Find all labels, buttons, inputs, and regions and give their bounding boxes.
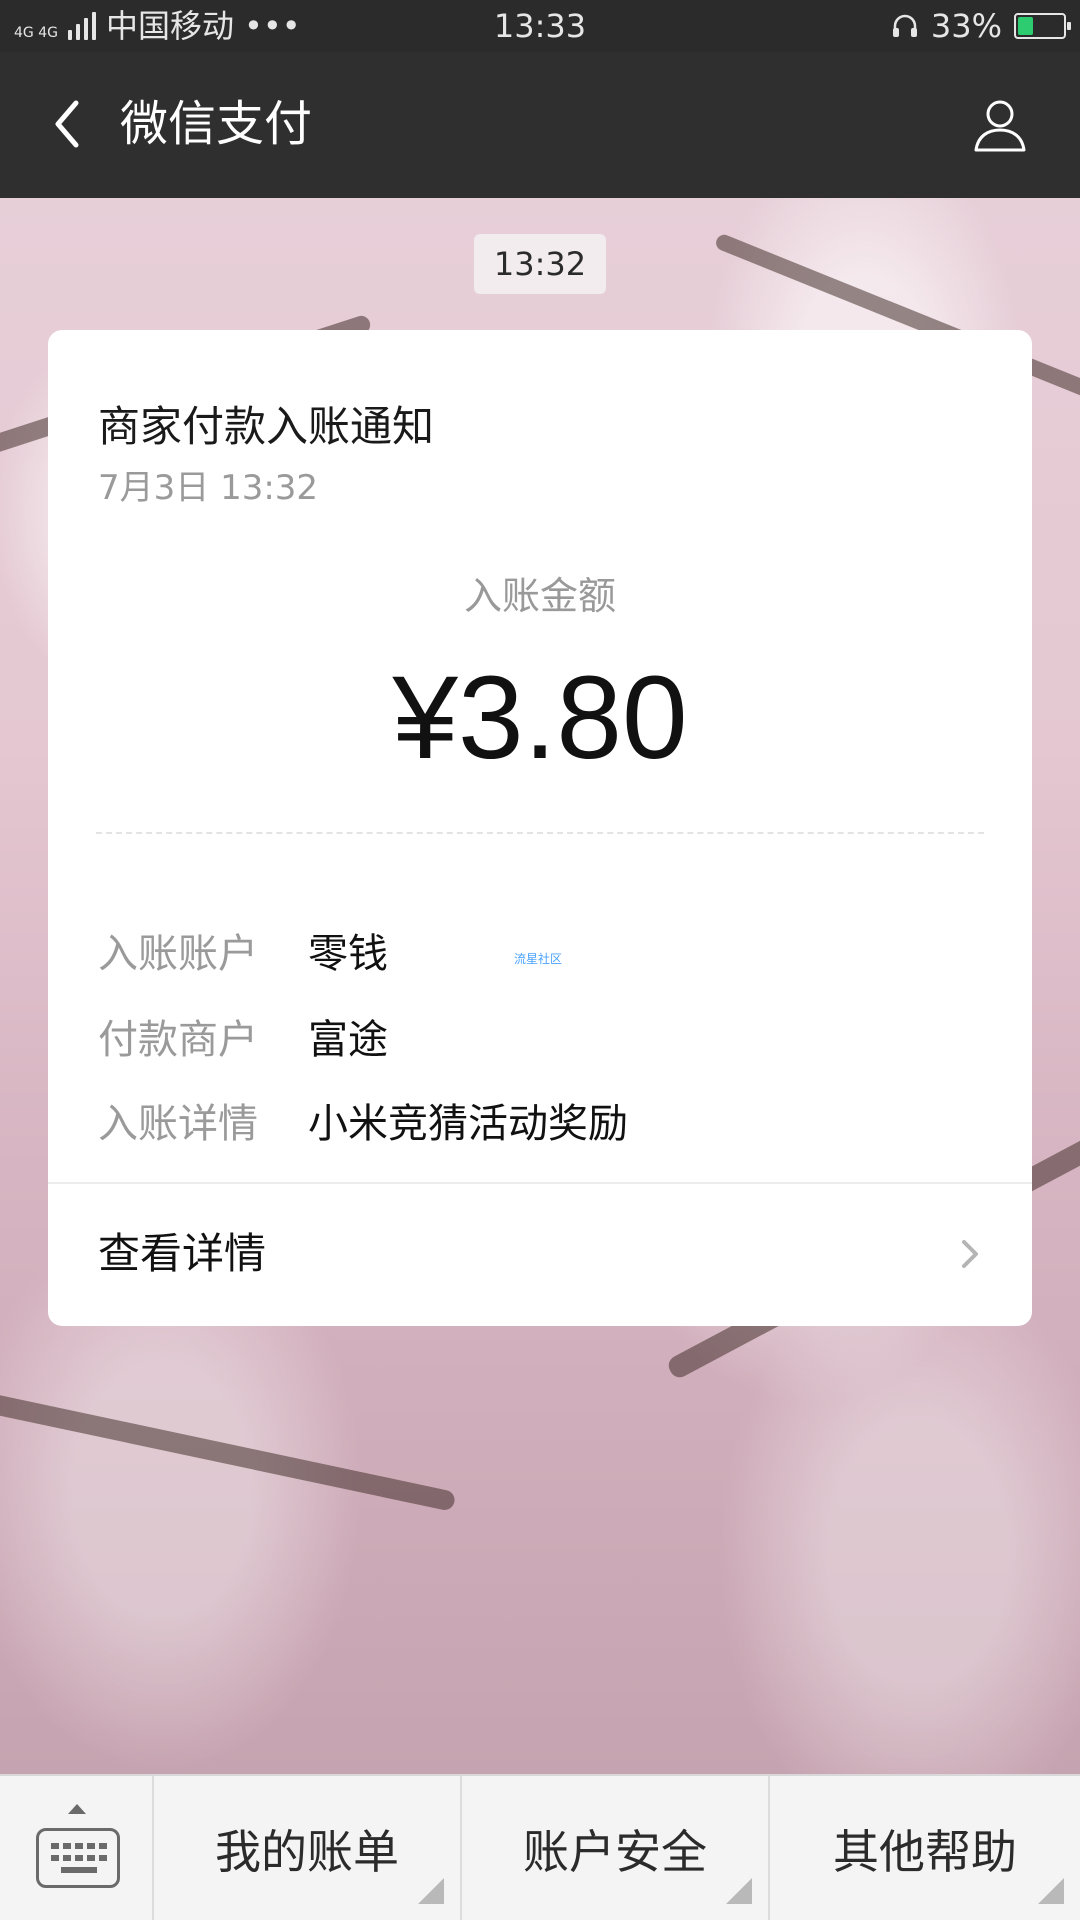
arrow-up-icon: [68, 1804, 86, 1814]
submenu-indicator-icon: [418, 1878, 444, 1904]
view-details-button[interactable]: 查看详情: [48, 1184, 1032, 1326]
battery-level: [1018, 17, 1033, 35]
detail-row-account: 入账账户 零钱: [98, 920, 388, 980]
dashed-divider: [96, 832, 984, 834]
menu-my-bills[interactable]: 我的账单: [154, 1776, 462, 1920]
detail-value: 小米竞猜活动奖励: [308, 1101, 628, 1147]
status-bar: 4G 4G 中国移动 ••• 13:33 33%: [0, 0, 1080, 52]
notification-title: 商家付款入账通知: [98, 402, 435, 451]
bottom-menu-bar: 我的账单 账户安全 其他帮助: [0, 1774, 1080, 1920]
page-title: 微信支付: [120, 96, 313, 152]
submenu-indicator-icon: [1038, 1878, 1064, 1904]
view-details-label: 查看详情: [98, 1229, 267, 1278]
menu-other-help[interactable]: 其他帮助: [770, 1776, 1080, 1920]
chevron-left-icon: [55, 100, 79, 148]
detail-row-info: 入账详情 小米竞猜活动奖励: [98, 1090, 628, 1150]
status-right: 33%: [891, 7, 1071, 45]
headphone-icon: [892, 14, 917, 37]
payment-notification-card[interactable]: 商家付款入账通知 7月3日 13:32 入账金额 ¥3.80 入账账户 零钱 付…: [48, 330, 1032, 1326]
message-timestamp: 13:32: [474, 234, 606, 294]
keyboard-toggle-button[interactable]: [0, 1776, 154, 1920]
watermark-text: 流星社区: [514, 952, 563, 966]
menu-label: 账户安全: [523, 1825, 707, 1879]
detail-row-merchant: 付款商户 富途: [98, 1006, 388, 1066]
chevron-right-icon: [962, 1240, 978, 1268]
menu-label: 其他帮助: [833, 1825, 1017, 1879]
detail-label: 入账账户: [98, 931, 258, 977]
user-icon: [974, 100, 1026, 152]
amount-value: ¥3.80: [392, 652, 688, 784]
keyboard-icon: [36, 1828, 120, 1888]
submenu-indicator-icon: [726, 1878, 752, 1904]
battery-icon: [1014, 13, 1071, 39]
menu-label: 我的账单: [215, 1825, 399, 1879]
detail-value: 零钱: [308, 931, 388, 977]
detail-label: 入账详情: [98, 1101, 258, 1147]
back-button[interactable]: [36, 94, 96, 154]
menu-account-security[interactable]: 账户安全: [462, 1776, 770, 1920]
profile-button[interactable]: [968, 92, 1032, 156]
detail-value: 富途: [308, 1017, 388, 1063]
nav-bar: 微信支付: [0, 52, 1080, 198]
battery-percent: 33%: [930, 7, 1002, 45]
notification-date: 7月3日 13:32: [98, 468, 319, 508]
detail-label: 付款商户: [98, 1017, 258, 1063]
amount-label: 入账金额: [463, 574, 616, 618]
